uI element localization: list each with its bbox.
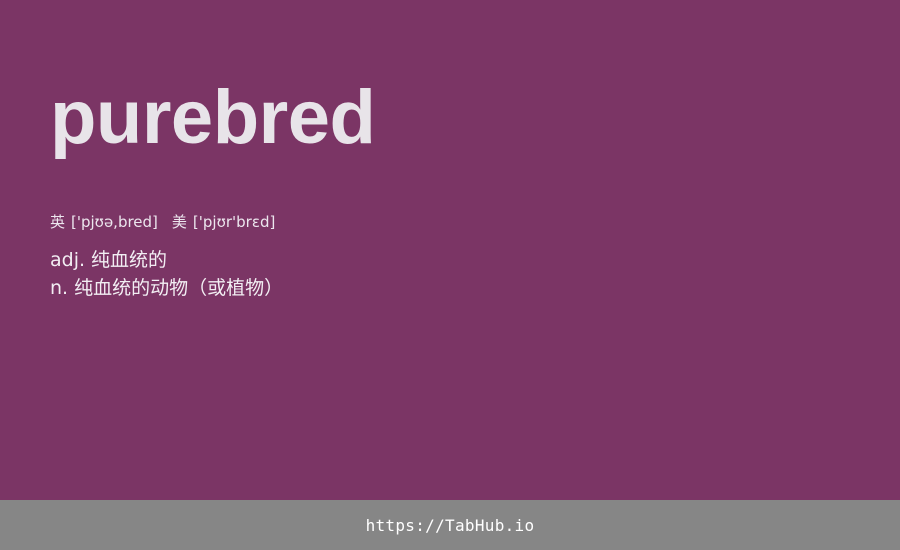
phonetic-uk-tag: 英 bbox=[50, 213, 66, 231]
definition-meaning: 纯血统的动物（或植物） bbox=[74, 277, 284, 299]
phonetic-uk-ipa: ['pjʊə,bred] bbox=[71, 213, 158, 231]
phonetics-row: 英 ['pjʊə,bred] 美 ['pjʊr'brɛd] bbox=[50, 212, 275, 232]
part-of-speech: n. bbox=[50, 277, 69, 299]
footer-bar: https://TabHub.io bbox=[0, 500, 900, 550]
definition-item: n. 纯血统的动物（或植物） bbox=[50, 274, 283, 302]
definitions-list: adj. 纯血统的 n. 纯血统的动物（或植物） bbox=[50, 246, 283, 302]
phonetic-uk: 英 ['pjʊə,bred] bbox=[50, 212, 158, 232]
headword: purebred bbox=[50, 75, 376, 160]
definition-meaning: 纯血统的 bbox=[91, 249, 168, 271]
definition-item: adj. 纯血统的 bbox=[50, 246, 283, 274]
phonetic-us-ipa: ['pjʊr'brɛd] bbox=[192, 213, 276, 231]
phonetic-us-tag: 美 bbox=[171, 213, 187, 231]
part-of-speech: adj. bbox=[50, 249, 86, 271]
phonetic-us: 美 ['pjʊr'brɛd] bbox=[172, 212, 275, 232]
word-card: purebred 英 ['pjʊə,bred] 美 ['pjʊr'brɛd] a… bbox=[0, 0, 900, 500]
tabhub-link[interactable]: https://TabHub.io bbox=[366, 516, 535, 535]
